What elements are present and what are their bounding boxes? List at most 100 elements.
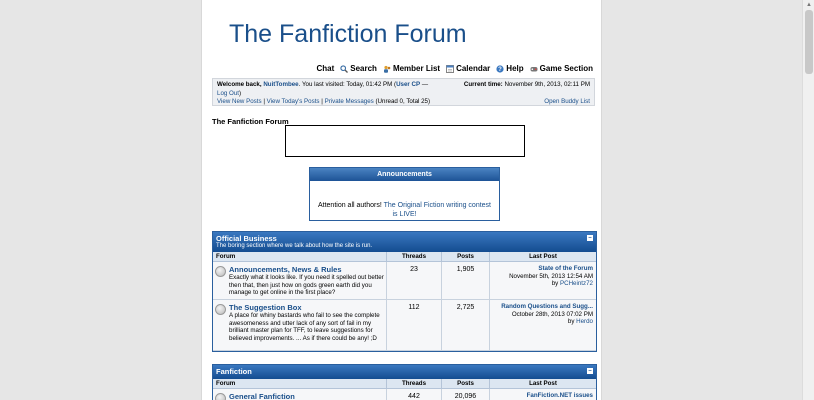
forum-threads-count: 442 xyxy=(386,389,441,400)
col-threads: Threads xyxy=(386,379,441,388)
category-header: Fanfiction – xyxy=(213,365,596,379)
nav-member-list[interactable]: Member List xyxy=(383,64,440,73)
forum-page: The Fanfiction Forum Chat Search Member … xyxy=(201,0,602,400)
collapse-icon[interactable]: – xyxy=(587,235,593,241)
pm-counts: (Unread 0, Total 25) xyxy=(373,98,431,105)
help-icon: ? xyxy=(496,64,504,73)
forum-name-link[interactable]: General Fanfiction xyxy=(229,392,295,400)
nav-member-list-label: Member List xyxy=(392,64,441,73)
board-title: The Fanfiction Forum xyxy=(212,117,289,126)
banner-placeholder xyxy=(285,125,525,157)
nav-calendar[interactable]: Calendar xyxy=(446,64,490,73)
forum-posts-count: 1,905 xyxy=(441,262,489,299)
announcements-header: Announcements xyxy=(310,168,499,181)
category-title[interactable]: Fanfiction xyxy=(216,367,593,377)
logout-close: ) xyxy=(239,89,242,97)
category-title[interactable]: Official Business xyxy=(216,234,593,243)
calendar-icon xyxy=(446,64,454,73)
announcement-link[interactable]: The Original Fiction writing contest is … xyxy=(384,202,491,218)
forum-row: General Fanfiction 442 20,096 FanFiction… xyxy=(213,389,596,400)
nav-help-label: Help xyxy=(506,64,524,73)
forum-last-post: State of the Forum November 5th, 2013 12… xyxy=(489,262,596,299)
logout-line: Log Out) xyxy=(217,90,241,99)
announcement-text: Attention all authors! xyxy=(317,202,384,209)
member-list-icon xyxy=(383,65,391,73)
forum-posts-count: 20,096 xyxy=(441,389,489,400)
welcome-line: Welcome back, NuitTombee. You last visit… xyxy=(217,81,428,90)
last-post-date: October 28th, 2013 07:02 PM xyxy=(511,310,593,318)
user-cp-link[interactable]: User CP xyxy=(396,81,420,88)
forum-info: The Suggestion Box A place for whiny bas… xyxy=(229,303,384,347)
last-post-by: by xyxy=(567,318,577,325)
game-icon xyxy=(530,65,538,73)
last-post-date: November 5th, 2013 12:54 AM xyxy=(509,272,593,280)
current-time-value: November 9th, 2013, 02:11 PM xyxy=(504,81,590,88)
last-post-title-link[interactable]: State of the Forum xyxy=(492,265,593,273)
forum-row: The Suggestion Box A place for whiny bas… xyxy=(213,300,596,351)
view-todays-posts-link[interactable]: View Today's Posts xyxy=(267,98,320,105)
forum-status-icon xyxy=(215,266,226,277)
collapse-icon[interactable]: – xyxy=(587,368,593,374)
forum-info: Announcements, News & Rules Exactly what… xyxy=(229,265,384,296)
last-post-title-link[interactable]: FanFiction.NET issues xyxy=(492,392,593,400)
top-navigation: Chat Search Member List Calendar ? Help xyxy=(316,64,593,73)
last-visit-text: . You last visited: Today, 01:42 PM ( xyxy=(298,81,397,88)
current-time: Current time: November 9th, 2013, 02:11 … xyxy=(464,81,590,90)
nav-game-section[interactable]: Game Section xyxy=(530,64,593,73)
forum-threads-count: 23 xyxy=(386,262,441,299)
site-title[interactable]: The Fanfiction Forum xyxy=(229,20,467,49)
col-threads: Threads xyxy=(386,252,441,261)
open-buddy-list-link[interactable]: Open Buddy List xyxy=(544,98,590,107)
forum-status-icon xyxy=(215,304,226,315)
welcome-dash: — xyxy=(420,81,429,88)
column-headers: Forum Threads Posts Last Post xyxy=(213,379,596,389)
col-posts: Posts xyxy=(441,252,489,261)
forum-name-link[interactable]: The Suggestion Box xyxy=(229,303,384,312)
forum-description: Exactly what it looks like. If you need … xyxy=(229,274,384,296)
col-forum: Forum xyxy=(216,380,236,387)
last-post-user-link[interactable]: Herdo xyxy=(576,318,593,325)
nav-game-section-label: Game Section xyxy=(539,64,593,73)
nav-search[interactable]: Search xyxy=(340,64,377,73)
category-fanfiction: Fanfiction – Forum Threads Posts Last Po… xyxy=(212,364,597,400)
col-last-post: Last Post xyxy=(489,252,596,261)
last-post-title-link[interactable]: Random Questions and Sugg... xyxy=(492,303,593,311)
scroll-thumb[interactable] xyxy=(805,10,813,74)
scroll-up-arrow-icon[interactable]: ▲ xyxy=(803,0,814,10)
col-posts: Posts xyxy=(441,379,489,388)
forum-cell: The Suggestion Box A place for whiny bas… xyxy=(213,300,386,350)
welcome-box: Welcome back, NuitTombee. You last visit… xyxy=(212,78,595,106)
category-description: The boring section where we talk about h… xyxy=(216,243,373,249)
forum-posts-count: 2,725 xyxy=(441,300,489,350)
forum-cell: Announcements, News & Rules Exactly what… xyxy=(213,262,386,299)
category-header: Official Business The boring section whe… xyxy=(213,232,596,252)
view-new-posts-link[interactable]: View New Posts xyxy=(217,98,262,105)
col-last-post: Last Post xyxy=(489,379,596,388)
announcements-body: Attention all authors! The Original Fict… xyxy=(310,181,499,219)
forum-info: General Fanfiction xyxy=(229,392,295,400)
column-headers: Forum Threads Posts Last Post xyxy=(213,252,596,262)
forum-last-post: Random Questions and Sugg... October 28t… xyxy=(489,300,596,350)
last-post-user-link[interactable]: PCHeintz72 xyxy=(560,280,593,287)
announcements-box: Announcements Attention all authors! The… xyxy=(309,167,500,221)
forum-last-post: FanFiction.NET issues xyxy=(489,389,596,400)
quick-links: View New Posts | View Today's Posts | Pr… xyxy=(217,98,430,107)
nav-calendar-label: Calendar xyxy=(456,64,491,73)
logout-link[interactable]: Log Out xyxy=(217,90,239,97)
forum-cell: General Fanfiction xyxy=(213,389,386,400)
last-post-by: by xyxy=(551,280,560,287)
nav-chat[interactable]: Chat xyxy=(316,64,334,73)
forum-status-icon xyxy=(215,393,226,400)
welcome-prefix: Welcome back, xyxy=(217,81,262,88)
nav-help[interactable]: ? Help xyxy=(496,64,524,73)
page-scrollbar[interactable]: ▲ xyxy=(802,0,814,400)
current-time-label: Current time: xyxy=(463,81,503,88)
forum-threads-count: 112 xyxy=(386,300,441,350)
forum-description: A place for whiny bastards who fail to s… xyxy=(229,312,380,342)
private-messages-link[interactable]: Private Messages xyxy=(325,98,374,105)
col-forum: Forum xyxy=(216,253,236,260)
forum-name-link[interactable]: Announcements, News & Rules xyxy=(229,265,384,274)
forum-row: Announcements, News & Rules Exactly what… xyxy=(213,262,596,300)
nav-chat-label: Chat xyxy=(316,64,335,73)
username-link[interactable]: NuitTombee xyxy=(263,81,298,88)
